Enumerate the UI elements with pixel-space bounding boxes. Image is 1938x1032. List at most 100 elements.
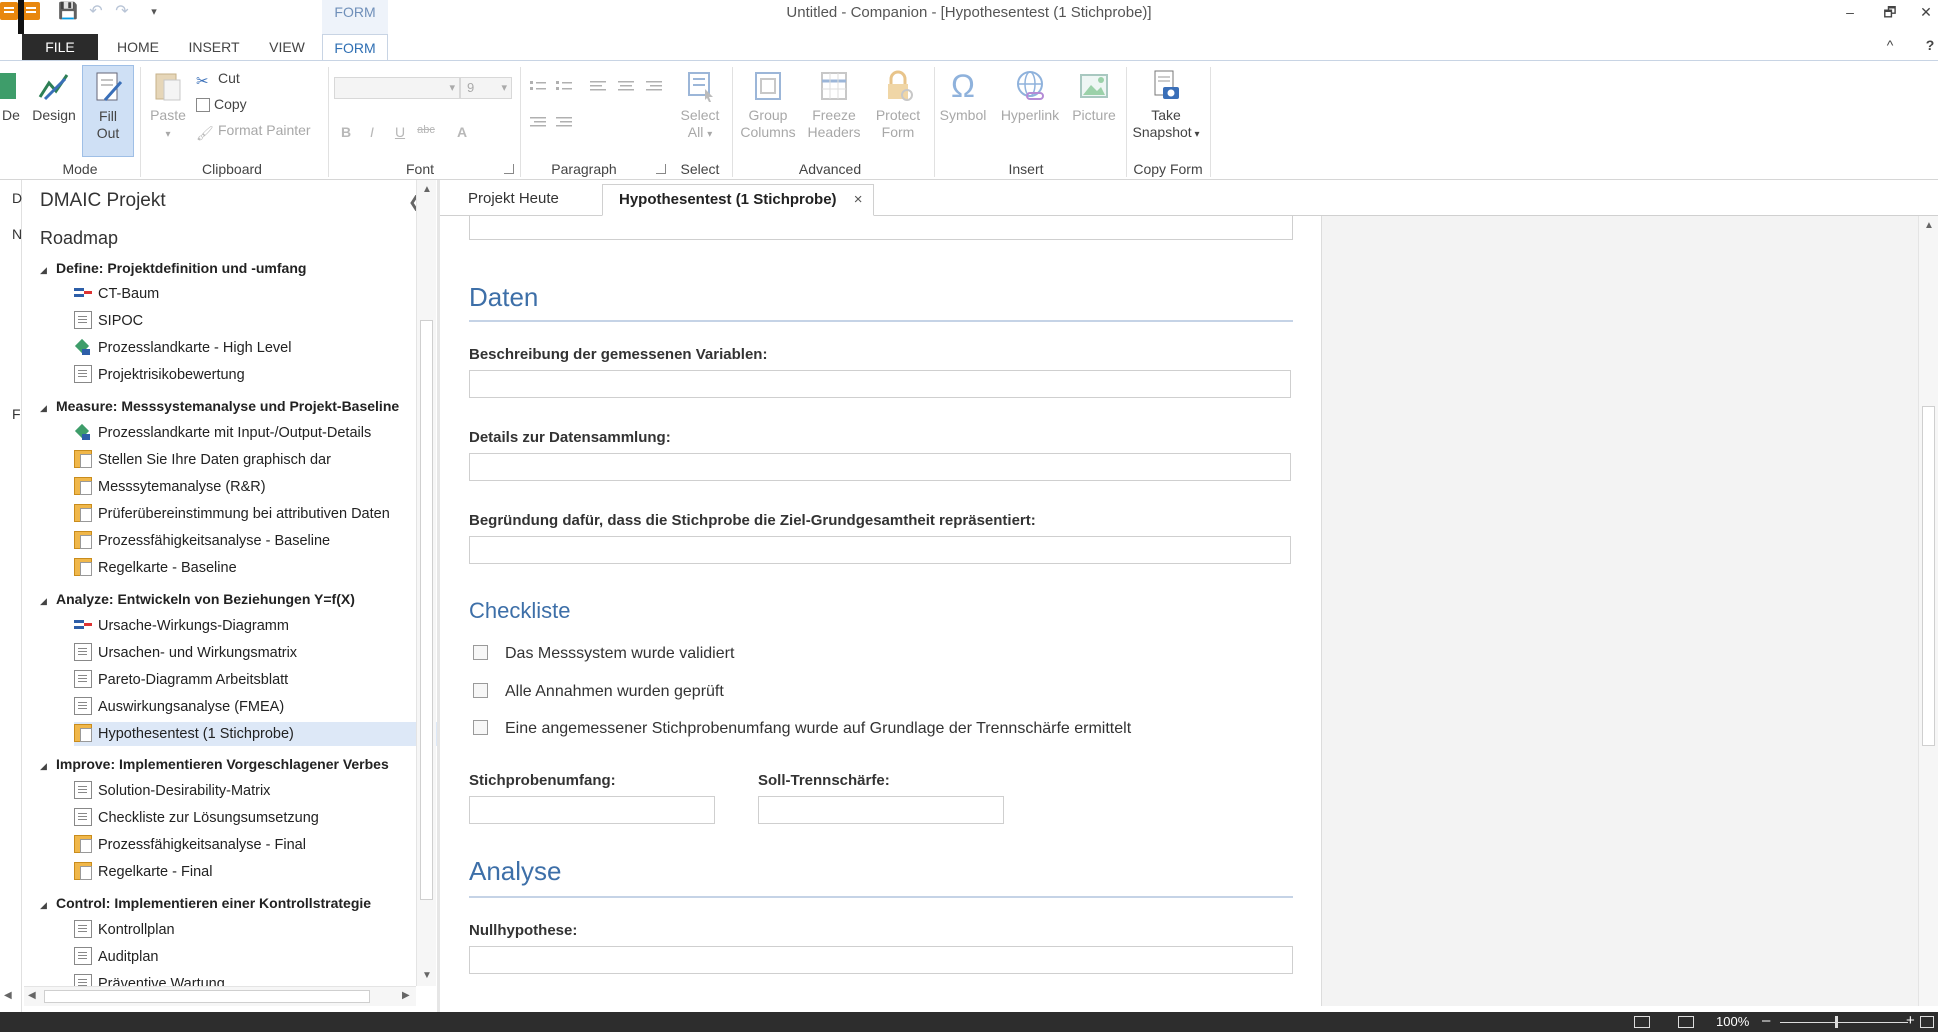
check-stichprobenumfang[interactable]: Eine angemessener Stichprobenumfang wurd… xyxy=(473,719,1131,739)
tab-view[interactable]: VIEW xyxy=(262,34,312,61)
roadmap-item[interactable]: Regelkarte - Baseline xyxy=(74,556,438,580)
close-tab-icon[interactable]: × xyxy=(854,185,863,215)
previous-field-input[interactable] xyxy=(469,216,1293,240)
roadmap-item[interactable]: Stellen Sie Ihre Daten graphisch dar xyxy=(74,448,438,472)
expanded-triangle-icon[interactable]: ◢ xyxy=(40,754,56,778)
form-vertical-scrollbar[interactable]: ▲ xyxy=(1918,216,1938,1006)
phase-improve[interactable]: ◢ Improve: Implementieren Vorgeschlagener… xyxy=(40,752,389,776)
navigator-vertical-scrollbar[interactable]: ▲ ▼ xyxy=(416,180,436,986)
phase-analyze[interactable]: ◢ Analyze: Entwickeln von Beziehungen Y=f… xyxy=(40,587,355,611)
zoom-out-button[interactable]: – xyxy=(1762,1012,1770,1029)
check-annahmen[interactable]: Alle Annahmen wurden geprüft xyxy=(473,682,724,702)
roadmap-item-selected[interactable]: Hypothesentest (1 Stichprobe) xyxy=(74,722,438,746)
format-painter-button[interactable]: 🖌 Format Painter xyxy=(196,119,311,141)
check-messsystem[interactable]: Das Messsystem wurde validiert xyxy=(473,644,734,664)
symbol-button[interactable]: Ω Symbol xyxy=(934,69,992,124)
scroll-right-icon[interactable]: ▶ xyxy=(402,990,410,1001)
help-icon[interactable]: ? xyxy=(1920,37,1938,53)
italic-button[interactable]: I xyxy=(362,124,382,140)
stichprobenumfang-input[interactable] xyxy=(469,796,715,824)
expanded-triangle-icon[interactable]: ◢ xyxy=(40,589,56,613)
protect-form-button[interactable]: Protect Form xyxy=(868,69,928,141)
tab-projekt-heute[interactable]: Projekt Heute xyxy=(452,184,575,216)
scroll-down-icon[interactable]: ▼ xyxy=(422,970,432,981)
picture-button[interactable]: Picture xyxy=(1068,69,1120,124)
expanded-triangle-icon[interactable]: ◢ xyxy=(40,893,56,917)
roadmap-item[interactable]: Solution-Desirability-Matrix xyxy=(74,779,438,803)
design-mode-button[interactable]: Design xyxy=(28,69,80,124)
font-size-combo[interactable]: 9 xyxy=(460,77,512,99)
roadmap-item[interactable]: Präventive Wartung xyxy=(74,972,438,986)
roadmap-item[interactable]: Prüferübereinstimmung bei attributiven D… xyxy=(74,502,438,526)
roadmap-item[interactable]: Ursache-Wirkungs-Diagramm xyxy=(74,614,438,638)
font-color-button[interactable]: A xyxy=(452,124,472,140)
checkbox[interactable] xyxy=(473,720,488,735)
scrollbar-thumb[interactable] xyxy=(420,320,433,900)
roadmap-item[interactable]: Prozesslandkarte mit Input-/Output-Detai… xyxy=(74,421,438,445)
group-columns-button[interactable]: Group Columns xyxy=(736,69,800,141)
roadmap-item[interactable]: Prozessfähigkeitsanalyse - Final xyxy=(74,833,438,857)
roadmap-item[interactable]: CT-Baum xyxy=(74,282,438,306)
checkbox[interactable] xyxy=(473,683,488,698)
fill-out-mode-button[interactable]: Fill Out xyxy=(82,65,134,157)
select-all-button[interactable]: Select All ▾ xyxy=(672,69,728,143)
scroll-up-icon[interactable]: ▲ xyxy=(1924,220,1934,231)
roadmap-item[interactable]: Ursachen- und Wirkungsmatrix xyxy=(74,641,438,665)
roadmap-item[interactable]: Kontrollplan xyxy=(74,918,438,942)
cut-off-mode-button[interactable]: De xyxy=(0,69,22,124)
split-view-icon[interactable] xyxy=(1678,1016,1694,1028)
scrollbar-thumb[interactable] xyxy=(44,990,370,1003)
expanded-triangle-icon[interactable]: ◢ xyxy=(40,396,56,420)
roadmap-item[interactable]: Checkliste zur Lösungsumsetzung xyxy=(74,806,438,830)
strikethrough-button[interactable]: abc xyxy=(416,124,436,136)
minimize-button[interactable]: – xyxy=(1836,2,1864,22)
take-snapshot-button[interactable]: Take Snapshot ▾ xyxy=(1130,69,1202,143)
navigator-view-icon[interactable] xyxy=(1634,1016,1650,1028)
soll-trennschaerfe-input[interactable] xyxy=(758,796,1004,824)
roadmap-item[interactable]: Regelkarte - Final xyxy=(74,860,438,884)
paragraph-buttons-icon[interactable] xyxy=(526,77,686,137)
paste-button[interactable]: Paste ▾ xyxy=(146,69,190,143)
begruendung-input[interactable] xyxy=(469,536,1291,564)
copy-button[interactable]: Copy xyxy=(196,93,247,115)
phase-control[interactable]: ◢ Control: Implementieren einer Kontrolls… xyxy=(40,891,371,915)
underline-button[interactable]: U xyxy=(390,124,410,140)
cut-button[interactable]: ✂ Cut xyxy=(196,67,240,90)
font-name-combo[interactable] xyxy=(334,77,460,99)
bold-button[interactable]: B xyxy=(336,124,356,140)
details-input[interactable] xyxy=(469,453,1291,481)
freeze-headers-button[interactable]: Freeze Headers xyxy=(802,69,866,141)
scroll-up-icon[interactable]: ▲ xyxy=(422,184,432,195)
roadmap-item[interactable]: Projektrisikobewertung xyxy=(74,363,438,387)
hyperlink-button[interactable]: Hyperlink xyxy=(994,69,1066,124)
scrollbar-thumb[interactable] xyxy=(1922,406,1935,746)
roadmap-item[interactable]: Auswirkungsanalyse (FMEA) xyxy=(74,695,438,719)
roadmap-item[interactable]: Messsytemanalyse (R&R) xyxy=(74,475,438,499)
tab-insert[interactable]: INSERT xyxy=(183,34,245,61)
close-button[interactable]: ✕ xyxy=(1912,2,1938,22)
expanded-triangle-icon[interactable]: ◢ xyxy=(40,258,56,282)
roadmap-item[interactable]: SIPOC xyxy=(74,309,438,333)
scroll-left-icon[interactable]: ◀ xyxy=(28,990,36,1001)
tab-file[interactable]: FILE xyxy=(22,34,98,61)
nullhypothese-input[interactable] xyxy=(469,946,1293,974)
roadmap-item[interactable]: Prozesslandkarte - High Level xyxy=(74,336,438,360)
fit-page-icon[interactable] xyxy=(1920,1016,1934,1028)
font-dialog-launcher-icon[interactable] xyxy=(504,164,514,174)
zoom-slider[interactable] xyxy=(1780,1022,1908,1023)
paragraph-dialog-launcher-icon[interactable] xyxy=(656,164,666,174)
beschreibung-input[interactable] xyxy=(469,370,1291,398)
phase-measure[interactable]: ◢ Measure: Messsystemanalyse und Projekt-… xyxy=(40,394,399,418)
tab-hypothesentest[interactable]: Hypothesentest (1 Stichprobe) × xyxy=(602,184,874,216)
collapse-ribbon-icon[interactable]: ^ xyxy=(1880,37,1900,53)
tab-form[interactable]: FORM xyxy=(322,34,388,61)
roadmap-item[interactable]: Pareto-Diagramm Arbeitsblatt xyxy=(74,668,438,692)
tab-home[interactable]: HOME xyxy=(108,34,168,61)
zoom-slider-thumb[interactable] xyxy=(1835,1016,1838,1028)
roadmap-item[interactable]: Prozessfähigkeitsanalyse - Baseline xyxy=(74,529,438,553)
checkbox[interactable] xyxy=(473,645,488,660)
zoom-in-button[interactable]: + xyxy=(1906,1012,1915,1029)
navigator-horizontal-scrollbar[interactable]: ◀ ▶ xyxy=(24,986,416,1006)
phase-define[interactable]: ◢ Define: Projektdefinition und -umfang xyxy=(40,256,306,280)
restore-button[interactable]: 🗗 xyxy=(1876,2,1904,22)
